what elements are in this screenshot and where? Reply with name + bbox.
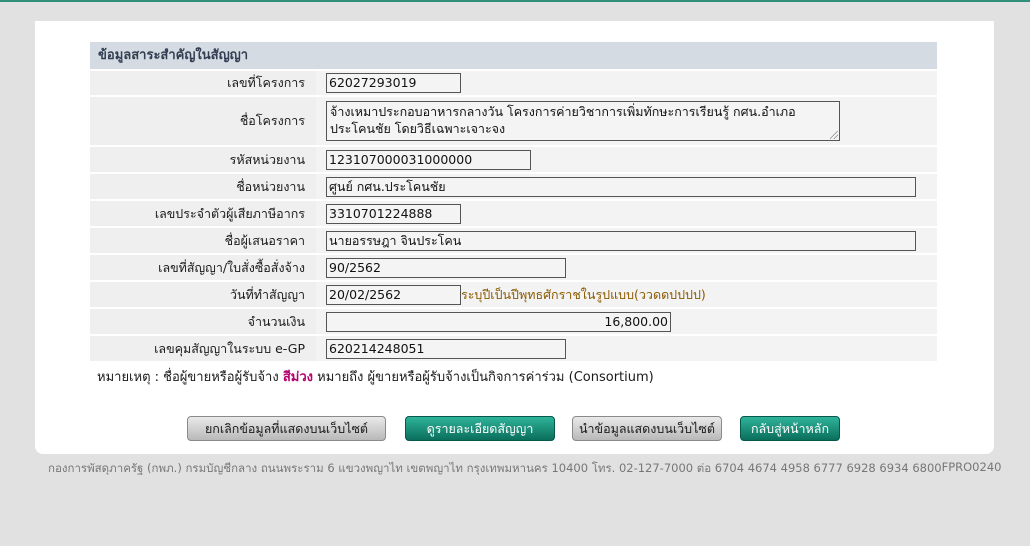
footer-address: กองการพัสดุภาครัฐ (กพภ.) กรมบัญชีกลาง ถน…: [48, 461, 942, 475]
project-no-field[interactable]: 62027293019: [326, 73, 461, 93]
row-contract-date: วันที่ทำสัญญา 20/02/2562 ระบุปีเป็นปีพุท…: [90, 282, 937, 307]
row-agency-code: รหัสหน่วยงาน 123107000031000000: [90, 147, 937, 172]
row-bidder-name: ชื่อผู้เสนอราคา นายอรรษฎา จินประโคน: [90, 228, 937, 253]
row-project-name: ชื่อโครงการ จ้างเหมาประกอบอาหารกลางวัน โ…: [90, 97, 937, 145]
note-highlight: สีม่วง: [282, 370, 313, 385]
cancel-web-button[interactable]: ยกเลิกข้อมูลที่แสดงบนเว็บไซต์: [187, 416, 386, 441]
project-name-line-1: จ้างเหมาประกอบอาหารกลางวัน โครงการค่ายวิ…: [330, 104, 796, 119]
agency-name-field[interactable]: ศูนย์ กศน.ประโคนชัย: [326, 176, 916, 197]
resize-handle-icon[interactable]: [830, 131, 838, 139]
top-accent-line: [0, 0, 1030, 2]
agency-name-label: ชื่อหน่วยงาน: [90, 174, 313, 199]
row-tax-id: เลขประจำตัวผู้เสียภาษีอากร 3310701224888: [90, 201, 937, 226]
date-format-hint: ระบุปีเป็นปีพุทธศักราชในรูปแบบ(ววดดปปปป): [461, 286, 706, 302]
contract-date-field[interactable]: 20/02/2562: [326, 284, 461, 305]
page-code: FPRO0240: [941, 460, 1002, 474]
note-suffix: หมายถึง ผู้ขายหรือผู้รับจ้างเป็นกิจการค่…: [317, 370, 654, 385]
amount-field[interactable]: 16,800.00: [326, 311, 671, 332]
bidder-name-field[interactable]: นายอรรษฎา จินประโคน: [326, 230, 916, 251]
row-egp-no: เลขคุมสัญญาในระบบ e-GP 620214248051: [90, 336, 937, 361]
contract-no-field[interactable]: 90/2562: [326, 257, 566, 278]
view-contract-button[interactable]: ดูรายละเอียดสัญญา: [405, 416, 555, 441]
contract-details-section: ข้อมูลสาระสำคัญในสัญญา เลขที่โครงการ 620…: [90, 42, 937, 361]
agency-code-label: รหัสหน่วยงาน: [90, 147, 313, 172]
row-amount: จำนวนเงิน 16,800.00: [90, 309, 937, 334]
note-prefix: หมายเหตุ : ชื่อผู้ขายหรือผู้รับจ้าง: [97, 370, 279, 385]
consortium-note: หมายเหตุ : ชื่อผู้ขายหรือผู้รับจ้าง สีม่…: [97, 366, 654, 387]
project-no-label: เลขที่โครงการ: [90, 71, 313, 95]
row-project-no: เลขที่โครงการ 62027293019: [90, 71, 937, 95]
page-footer: กองการพัสดุภาครัฐ (กพภ.) กรมบัญชีกลาง ถน…: [48, 460, 1001, 478]
egp-no-label: เลขคุมสัญญาในระบบ e-GP: [90, 336, 313, 361]
tax-id-label: เลขประจำตัวผู้เสียภาษีอากร: [90, 201, 313, 226]
amount-label: จำนวนเงิน: [90, 309, 313, 334]
bidder-name-label: ชื่อผู้เสนอราคา: [90, 228, 313, 253]
agency-code-field[interactable]: 123107000031000000: [326, 149, 531, 170]
tax-id-field[interactable]: 3310701224888: [326, 203, 461, 224]
contract-no-label: เลขที่สัญญา/ใบสั่งซื้อสั่งจ้าง: [90, 255, 313, 280]
row-contract-no: เลขที่สัญญา/ใบสั่งซื้อสั่งจ้าง 90/2562: [90, 255, 937, 280]
publish-web-button[interactable]: นำข้อมูลแสดงบนเว็บไซต์: [572, 416, 722, 441]
back-home-button[interactable]: กลับสู่หน้าหลัก: [740, 416, 840, 441]
section-title: ข้อมูลสาระสำคัญในสัญญา: [90, 42, 937, 69]
contract-date-label: วันที่ทำสัญญา: [90, 282, 313, 307]
row-agency-name: ชื่อหน่วยงาน ศูนย์ กศน.ประโคนชัย: [90, 174, 937, 199]
project-name-line-2: ประโคนชัย โดยวิธีเฉพาะเจาะจง: [330, 121, 506, 136]
egp-no-field[interactable]: 620214248051: [326, 338, 566, 359]
project-name-label: ชื่อโครงการ: [90, 97, 313, 145]
project-name-textarea[interactable]: จ้างเหมาประกอบอาหารกลางวัน โครงการค่ายวิ…: [326, 101, 840, 141]
